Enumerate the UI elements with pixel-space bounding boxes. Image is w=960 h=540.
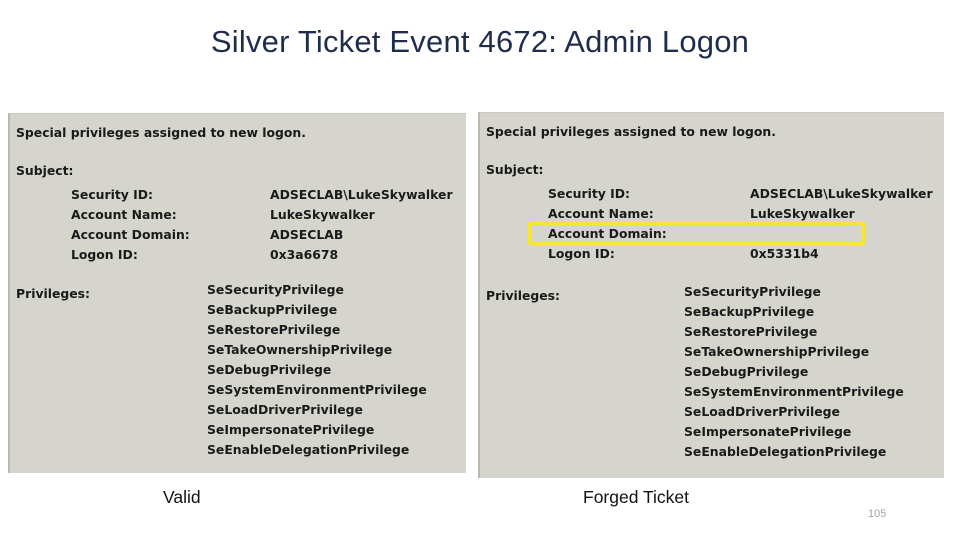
event-log-panel-forged: Special privileges assigned to new logon… (478, 112, 944, 478)
subject-field-value: LukeSkywalker (750, 206, 855, 221)
subject-field-label: Account Name: (548, 206, 654, 221)
subject-field-label: Security ID: (548, 186, 631, 201)
page-title: Silver Ticket Event 4672: Admin Logon (210, 24, 750, 59)
privilege-item: SeBackupPrivilege (207, 302, 338, 317)
event-headline: Special privileges assigned to new logon… (16, 125, 306, 140)
privilege-item: SeTakeOwnershipPrivilege (684, 344, 870, 359)
privilege-item: SeRestorePrivilege (207, 322, 341, 337)
event-log-panel-valid: Special privileges assigned to new logon… (8, 113, 466, 473)
privilege-item: SeLoadDriverPrivilege (207, 402, 363, 417)
subject-section-label: Subject: (486, 162, 544, 177)
slide-number: 105 (868, 508, 887, 520)
subject-field-label: Account Domain: (71, 227, 190, 242)
subject-field-value: ADSECLAB (270, 227, 344, 242)
privilege-item: SeImpersonatePrivilege (684, 424, 852, 439)
privilege-item: SeEnableDelegationPrivilege (684, 444, 887, 459)
privileges-label: Privileges: (486, 288, 561, 303)
event-headline: Special privileges assigned to new logon… (486, 124, 776, 139)
privilege-item: SeBackupPrivilege (684, 304, 815, 319)
privilege-item: SeRestorePrivilege (684, 324, 818, 339)
caption-valid: Valid (163, 487, 201, 507)
subject-section-label: Subject: (16, 163, 74, 178)
subject-field-label: Account Name: (71, 207, 177, 222)
subject-field-label: Logon ID: (71, 247, 138, 262)
privilege-item: SeImpersonatePrivilege (207, 422, 375, 437)
subject-field-value: LukeSkywalker (270, 207, 375, 222)
subject-field-value: ADSECLAB\LukeSkywalker (750, 186, 933, 201)
caption-forged: Forged Ticket (583, 487, 690, 507)
privilege-item: SeDebugPrivilege (684, 364, 809, 379)
privileges-list: SeSecurityPrivilege SeBackupPrivilege SeRe… (684, 282, 904, 462)
privilege-item: SeSystemEnvironmentPrivilege (207, 382, 427, 397)
privilege-item: SeEnableDelegationPrivilege (207, 442, 410, 457)
privilege-item: SeDebugPrivilege (207, 362, 332, 377)
subject-field-label: Logon ID: (548, 246, 615, 261)
subject-field-value: 0x3a6678 (270, 247, 339, 262)
account-domain-highlight-box (528, 221, 865, 246)
subject-field-value: ADSECLAB\LukeSkywalker (270, 187, 453, 202)
privilege-item: SeSecurityPrivilege (207, 282, 344, 297)
subject-field-value: 0x5331b4 (750, 246, 819, 261)
privilege-item: SeLoadDriverPrivilege (684, 404, 840, 419)
privilege-item: SeSecurityPrivilege (684, 284, 821, 299)
privilege-item: SeTakeOwnershipPrivilege (207, 342, 393, 357)
privileges-list: SeSecurityPrivilege SeBackupPrivilege SeRe… (207, 280, 427, 460)
privilege-item: SeSystemEnvironmentPrivilege (684, 384, 904, 399)
privileges-label: Privileges: (16, 286, 91, 301)
subject-field-label: Security ID: (71, 187, 154, 202)
